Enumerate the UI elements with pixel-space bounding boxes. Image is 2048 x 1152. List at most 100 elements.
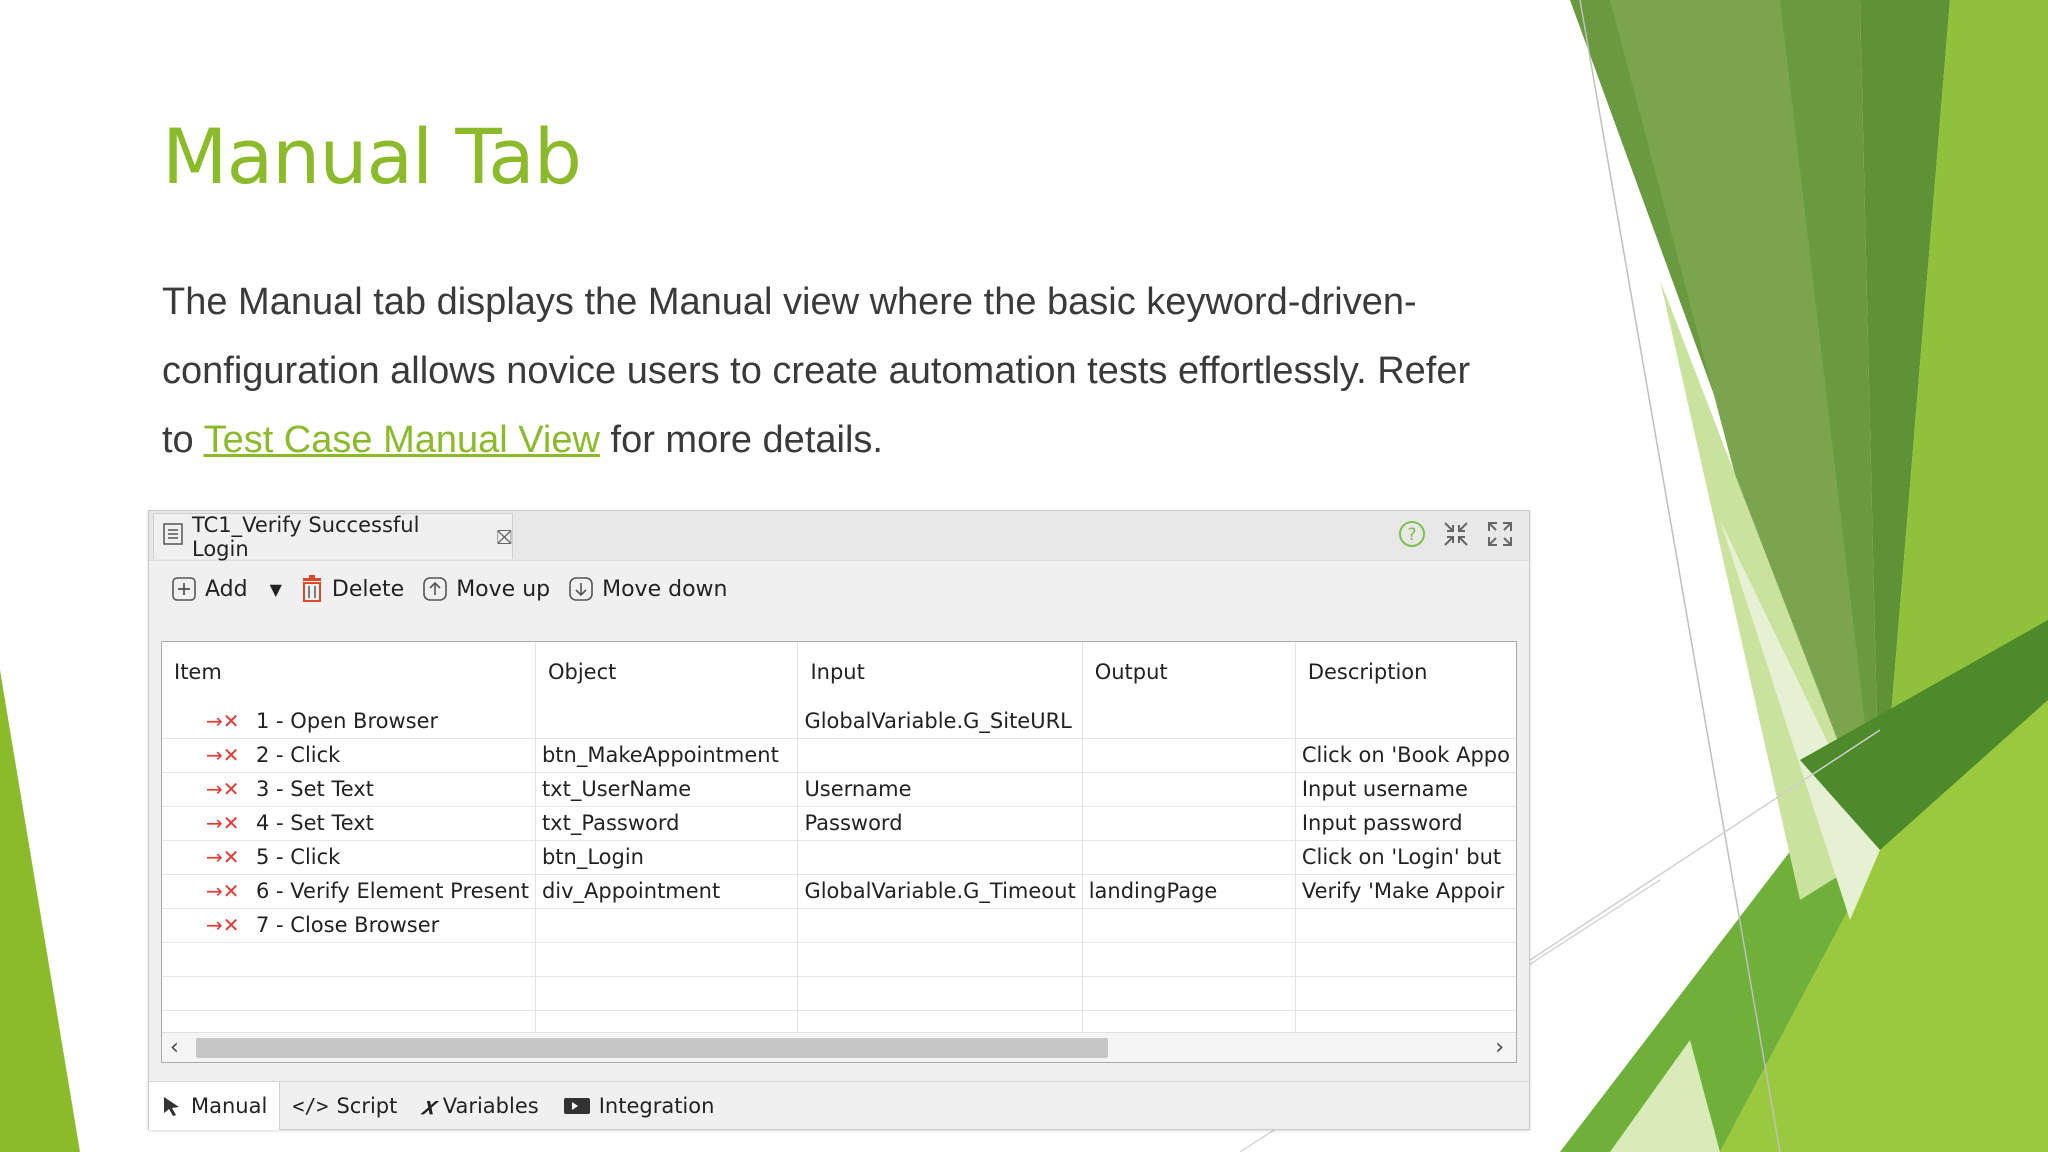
delete-button[interactable]: Delete (300, 575, 404, 603)
empty-cell[interactable] (797, 976, 1083, 1011)
input-cell[interactable]: GlobalVariable.G_SiteURL (797, 704, 1083, 739)
help-icon[interactable]: ? (1397, 519, 1427, 553)
description-cell[interactable] (1295, 908, 1516, 943)
item-cell[interactable]: →✕ 5 - Click (162, 840, 536, 875)
empty-cell[interactable] (535, 942, 799, 977)
step-x-icon: →✕ (206, 913, 240, 937)
input-cell[interactable]: Password (797, 806, 1083, 841)
input-cell[interactable]: GlobalVariable.G_Timeout (797, 874, 1083, 909)
empty-row[interactable] (162, 942, 1516, 977)
item-cell[interactable]: →✕ 2 - Click (162, 738, 536, 773)
empty-cell[interactable] (1295, 976, 1516, 1011)
description-cell[interactable]: Click on 'Book Appo (1295, 738, 1516, 773)
output-cell[interactable]: landingPage (1082, 874, 1296, 909)
step-x-icon: →✕ (206, 811, 240, 835)
output-cell[interactable] (1082, 704, 1296, 739)
item-cell[interactable]: →✕ 1 - Open Browser (162, 704, 536, 739)
horizontal-scrollbar[interactable]: ‹ › (162, 1032, 1516, 1062)
chevron-left-icon[interactable]: ‹ (170, 1035, 179, 1060)
empty-cell[interactable] (1295, 942, 1516, 977)
empty-cell[interactable] (797, 942, 1083, 977)
scrollbar-thumb[interactable] (196, 1038, 1108, 1058)
column-header-item[interactable]: Item (162, 642, 536, 704)
add-dropdown-chevron-down-icon[interactable]: ▼ (270, 580, 282, 599)
object-cell[interactable] (535, 908, 799, 943)
description-cell[interactable]: Input password (1295, 806, 1516, 841)
object-cell[interactable]: txt_Password (535, 806, 799, 841)
step-x-icon: →✕ (206, 708, 240, 733)
view-tabs: Manual </> Script 𝑥 Variables Integratio… (149, 1081, 1529, 1130)
empty-cell[interactable] (535, 976, 799, 1011)
move-down-button[interactable]: Move down (568, 576, 727, 602)
empty-row[interactable] (162, 976, 1516, 1011)
item-cell[interactable]: →✕ 4 - Set Text (162, 806, 536, 841)
output-cell[interactable] (1082, 840, 1296, 875)
column-header-object[interactable]: Object (535, 642, 799, 704)
step-x-icon: →✕ (206, 743, 240, 767)
empty-cell[interactable] (162, 942, 536, 977)
table-row[interactable]: →✕ 3 - Set Text txt_UserName Username Inp… (162, 772, 1516, 807)
table-row[interactable]: →✕ 2 - Click btn_MakeAppointment Click on… (162, 738, 1516, 773)
editor-tab-tc1[interactable]: TC1_Verify Successful Login ⛝ (153, 513, 513, 561)
description-cell[interactable]: Verify 'Make Appoir (1295, 874, 1516, 909)
tab-script[interactable]: </> Script (280, 1082, 409, 1130)
empty-cell[interactable] (1082, 976, 1296, 1011)
step-x-icon: →✕ (206, 845, 240, 869)
close-icon[interactable]: ⛝ (497, 525, 512, 549)
table-row[interactable]: →✕ 6 - Verify Element Present div_Appoint… (162, 874, 1516, 909)
table-row[interactable]: →✕ 4 - Set Text txt_Password Password Inp… (162, 806, 1516, 841)
object-cell[interactable]: btn_MakeAppointment (535, 738, 799, 773)
arrow-down-icon (569, 577, 593, 601)
test-case-editor-panel: TC1_Verify Successful Login ⛝ ? Add ▼ De… (148, 510, 1530, 1130)
item-label: 5 - Click (256, 845, 341, 869)
manual-toolbar: Add ▼ Delete Move up Move down (171, 575, 727, 603)
empty-cell[interactable] (162, 976, 536, 1011)
delete-button-label: Delete (331, 576, 405, 602)
item-label: 3 - Set Text (256, 777, 374, 801)
output-cell[interactable] (1082, 738, 1296, 773)
cursor-icon (164, 1096, 179, 1116)
object-cell[interactable]: btn_Login (535, 840, 799, 875)
input-cell[interactable] (797, 908, 1083, 943)
tab-variables[interactable]: 𝑥 Variables (409, 1082, 550, 1130)
object-cell[interactable]: div_Appointment (535, 874, 799, 909)
output-cell[interactable] (1082, 908, 1296, 943)
editor-actions: ? (1397, 519, 1515, 553)
object-cell[interactable] (535, 704, 799, 739)
input-cell[interactable] (797, 840, 1083, 875)
code-icon: </> (292, 1093, 329, 1118)
item-cell[interactable]: →✕ 7 - Close Browser (162, 908, 536, 943)
item-label: 2 - Click (256, 743, 341, 767)
table-row[interactable]: →✕ 7 - Close Browser (162, 908, 1516, 943)
output-cell[interactable] (1082, 806, 1296, 841)
table-row[interactable]: →✕ 5 - Click btn_Login Click on 'Login' b… (162, 840, 1516, 875)
object-cell[interactable]: txt_UserName (535, 772, 799, 807)
input-cell[interactable]: Username (797, 772, 1083, 807)
description-cell[interactable]: Click on 'Login' but (1295, 840, 1516, 875)
move-up-button[interactable]: Move up (422, 576, 550, 602)
table-row[interactable]: →✕ 1 - Open Browser GlobalVariable.G_Site… (162, 704, 1516, 739)
description-cell[interactable] (1295, 704, 1516, 739)
collapse-icon[interactable] (1441, 519, 1471, 553)
expand-icon[interactable] (1485, 519, 1515, 553)
arrow-up-icon (423, 577, 448, 601)
empty-cell[interactable] (1082, 942, 1296, 977)
item-cell[interactable]: →✕ 6 - Verify Element Present (162, 874, 536, 909)
column-header-output[interactable]: Output (1082, 642, 1296, 704)
output-cell[interactable] (1082, 772, 1296, 807)
tab-integration[interactable]: Integration (551, 1082, 727, 1130)
test-steps-table: Item Object Input Output Description →✕ 1… (161, 641, 1517, 1063)
item-cell[interactable]: →✕ 3 - Set Text (162, 772, 536, 807)
chevron-right-icon[interactable]: › (1495, 1035, 1504, 1060)
input-cell[interactable] (797, 738, 1083, 773)
description-cell[interactable]: Input username (1295, 772, 1516, 807)
tab-manual[interactable]: Manual (149, 1081, 281, 1130)
add-button[interactable]: Add (171, 576, 248, 602)
test-case-manual-view-link[interactable]: Test Case Manual View (204, 419, 600, 461)
svg-text:?: ? (1407, 525, 1416, 545)
test-case-icon (162, 522, 184, 551)
column-header-input[interactable]: Input (797, 642, 1083, 704)
move-up-button-label: Move up (456, 576, 551, 602)
column-header-description[interactable]: Description (1295, 642, 1516, 704)
tab-manual-label: Manual (191, 1093, 268, 1118)
